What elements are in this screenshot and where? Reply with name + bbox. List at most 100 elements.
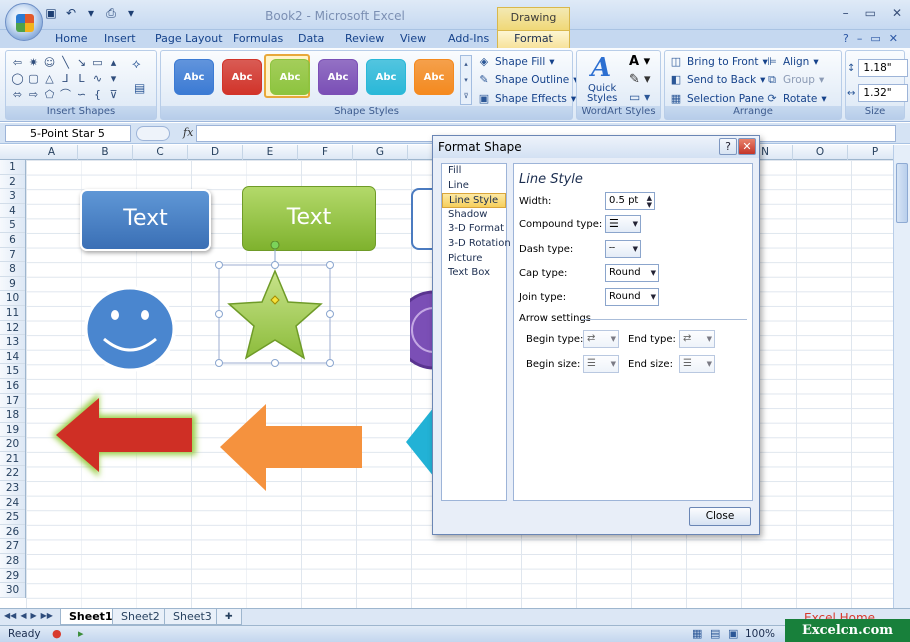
row-header[interactable]: 19 [0,423,25,438]
insert-function-icon[interactable]: fx [183,126,193,139]
send-to-back-button[interactable]: ◧ Send to Back ▾ [669,73,766,86]
office-button[interactable] [5,3,43,41]
shapes-gallery[interactable]: ⇦ ✷ ☺ ╲ ↘ ▭ ▴ ◯ ▢ △ ⅃ ᒪ ∿ ▾ ⬄ ⇨ ⬠ ⌒ ∽ { … [10,55,122,102]
style-green-button[interactable]: Abc [270,59,310,95]
style-blue-button[interactable]: Abc [174,59,214,95]
row-header[interactable]: 25 [0,510,25,525]
end-type-dropdown[interactable]: ⇄ ▼ [679,330,715,348]
column-header[interactable]: C [133,145,188,160]
text-effects-icon[interactable]: ▭ ▾ [629,90,650,104]
row-header[interactable]: 14 [0,350,25,365]
curve-shape-icon[interactable]: ∿ [90,71,105,86]
tab-data[interactable]: Data [298,31,324,48]
row-header[interactable]: 8 [0,262,25,277]
text-outline-icon[interactable]: ✎ ▾ [629,72,651,87]
column-header[interactable]: D [188,145,243,160]
scroll-up-icon[interactable]: ▴ [106,55,121,70]
row-header[interactable]: 27 [0,539,25,555]
row-header[interactable]: 21 [0,452,25,467]
smiley-shape-icon[interactable]: ☺ [42,55,57,70]
row-header[interactable]: 17 [0,394,25,409]
row-header[interactable]: 11 [0,306,25,321]
tab-formulas[interactable]: Formulas [233,31,283,48]
row-header[interactable]: 18 [0,408,25,423]
nav-3d-rotation[interactable]: 3-D Rotation [442,237,511,252]
dialog-close-button[interactable]: Close [689,507,751,526]
last-sheet-icon[interactable]: ▶▶ [41,611,53,620]
help-icon[interactable]: ? [843,32,849,45]
name-box[interactable]: 5-Point Star 5 [5,125,131,142]
join-type-select[interactable]: Round ▼ [605,288,659,306]
quick-styles-button[interactable]: Quick Styles [587,84,617,104]
end-size-dropdown[interactable]: ☰ ▼ [679,355,715,373]
ribbon-minimize-icon[interactable]: – [857,32,863,45]
row-header[interactable]: 12 [0,321,25,336]
gallery-scroll[interactable]: ▴ ▾ ⊽ [460,55,472,105]
scroll-down-icon[interactable]: ▾ [106,71,121,86]
nav-line[interactable]: Line [442,179,506,194]
page-layout-view-icon[interactable]: ▤ [710,627,720,640]
next-sheet-icon[interactable]: ▶ [30,611,36,620]
row-header[interactable]: 22 [0,466,25,482]
cap-type-select[interactable]: Round ▼ [605,264,659,282]
column-header[interactable]: P [848,145,893,160]
oval-shape-icon[interactable]: ◯ [10,71,25,86]
freeform-shape-icon[interactable]: ∽ [74,87,89,102]
line-shape-icon[interactable]: ╲ [58,55,73,70]
brace-shape-icon[interactable]: { [90,87,105,102]
shape-effects-button[interactable]: ▣ Shape Effects ▾ [477,92,576,105]
prev-sheet-icon[interactable]: ◀ [20,611,26,620]
compound-type-dropdown[interactable]: ☰ ▼ [605,215,641,233]
macro-record-icon[interactable]: ● [52,627,62,640]
style-purple-button[interactable]: Abc [318,59,358,95]
dialog-close-icon[interactable]: ✕ [738,138,756,155]
width-spinner[interactable]: 0.5 pt ▲ ▼ [605,192,655,210]
style-cyan-button[interactable]: Abc [366,59,406,95]
row-header[interactable]: 9 [0,277,25,292]
shape-fill-button[interactable]: ◈ Shape Fill ▾ [477,55,555,68]
rotate-button[interactable]: ⟳ Rotate ▾ [765,92,826,105]
row-header[interactable]: 23 [0,481,25,496]
column-header[interactable]: A [26,145,78,160]
quick-styles-icon[interactable]: A [591,53,611,83]
row-header[interactable]: 3 [0,189,25,204]
row-header[interactable]: 4 [0,204,25,219]
right-arrow-shape-icon[interactable]: ⇨ [26,87,41,102]
row-header[interactable]: 28 [0,554,25,569]
tab-format[interactable]: Format [497,30,570,48]
nav-picture[interactable]: Picture [442,252,506,267]
elbow-connector-shape-icon[interactable]: ⅃ [58,71,73,86]
tab-insert[interactable]: Insert [104,31,136,48]
rect-shape-icon[interactable]: ▭ [90,55,105,70]
row-header[interactable]: 2 [0,175,25,190]
scroll-thumb[interactable] [896,163,908,223]
shape-outline-button[interactable]: ✎Shape Outline ▾ [477,73,578,86]
begin-type-dropdown[interactable]: ⇄ ▼ [583,330,619,348]
selection-pane-button[interactable]: ▦ Selection Pane [669,92,764,105]
vertical-scrollbar[interactable] [893,145,910,608]
column-header[interactable]: G [353,145,408,160]
cyan-diamond-shape[interactable] [406,407,434,477]
spinner-arrows-icon[interactable]: ▲ ▼ [647,195,652,209]
nav-3d-format[interactable]: 3-D Format [442,222,506,237]
page-break-view-icon[interactable]: ▣ [728,627,738,640]
row-header[interactable]: 10 [0,291,25,306]
smiley-shape[interactable] [80,283,180,375]
minimize-icon[interactable]: – [843,6,849,20]
arrow-left-shape-icon[interactable]: ⇦ [10,55,25,70]
orange-arrow-shape[interactable] [216,400,366,495]
triangle-shape-icon[interactable]: △ [42,71,57,86]
width-input[interactable]: 1.32" [858,84,909,102]
row-header[interactable]: 7 [0,248,25,263]
row-header[interactable]: 1 [0,160,25,175]
row-header[interactable]: 30 [0,583,25,598]
row-header[interactable]: 24 [0,496,25,511]
row-header[interactable]: 20 [0,437,25,452]
more-shapes-icon[interactable]: ⊽ [106,87,121,102]
formula-bar-controls[interactable] [136,126,170,141]
text-fill-icon[interactable]: A ▾ [629,54,650,69]
close-window-icon[interactable]: ✕ [892,6,902,20]
style-red-button[interactable]: Abc [222,59,262,95]
pentagon-shape-icon[interactable]: ⬠ [42,87,57,102]
row-header[interactable]: 5 [0,218,25,233]
